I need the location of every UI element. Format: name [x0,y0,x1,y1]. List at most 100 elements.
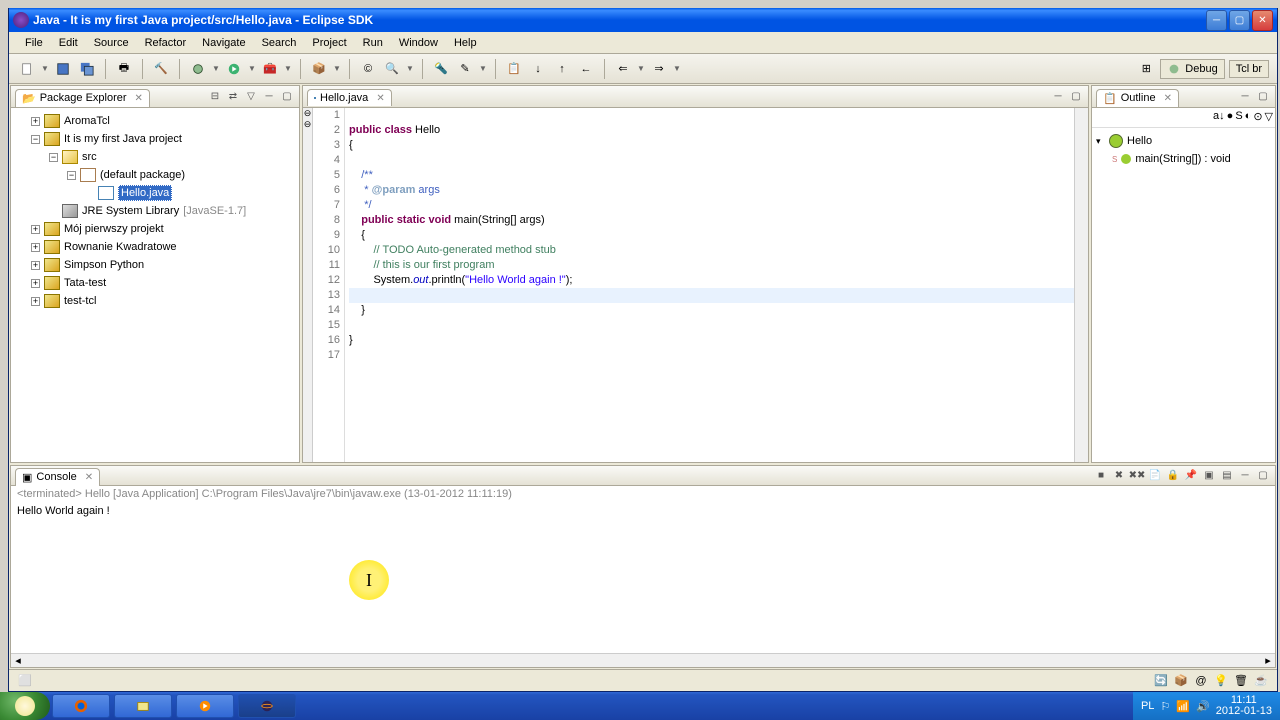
close-icon[interactable]: ✕ [376,93,384,104]
close-icon[interactable]: ✕ [135,93,143,104]
toggle-mark-button[interactable]: 📋 [504,59,524,79]
expand-icon[interactable]: + [31,261,40,270]
console-output[interactable]: Hello World again ! I [11,502,1275,653]
view-menu-button[interactable]: ▽ [1265,110,1273,125]
tree-item[interactable]: +Rownanie Kwadratowe [15,238,295,256]
menu-edit[interactable]: Edit [51,34,86,52]
code-editor[interactable]: ⊖⊖ 1234567891011121314151617 public clas… [303,108,1088,462]
new-package-button[interactable]: 📦 [309,59,329,79]
open-console-button[interactable]: ▤ [1219,468,1235,484]
debug-dropdown[interactable]: ▼ [212,64,220,73]
expand-icon[interactable]: + [31,225,40,234]
open-type-button[interactable]: 🔍 [382,59,402,79]
close-icon[interactable]: ✕ [85,472,93,483]
maximize-button[interactable]: ▢ [1229,10,1250,31]
outline-tab[interactable]: 📋 Outline ✕ [1096,89,1179,107]
remove-all-button[interactable]: ✖✖ [1129,468,1145,484]
tree-item[interactable]: −src [15,148,295,166]
menu-navigate[interactable]: Navigate [194,34,253,52]
updates-icon[interactable]: 🔄 [1153,673,1169,689]
hide-static-button[interactable]: S [1235,110,1242,125]
maximize-pane-button[interactable]: ▢ [1068,89,1084,105]
forward-button[interactable]: ⇒ [649,59,669,79]
outline-method[interactable]: S main(String[]) : void [1096,150,1271,168]
taskbar-explorer[interactable] [114,694,172,718]
at-icon[interactable]: @ [1193,673,1209,689]
outline-class[interactable]: ▾ Hello [1096,132,1271,150]
annotate-button[interactable]: ✎ [455,59,475,79]
scroll-left-button[interactable]: ◂ [11,654,25,667]
minimize-pane-button[interactable]: ─ [1237,89,1253,105]
clock[interactable]: 11:11 2012-01-13 [1216,695,1272,717]
sync-icon[interactable]: 📦 [1173,673,1189,689]
collapse-icon[interactable]: − [31,135,40,144]
tree-item[interactable]: +Tata-test [15,274,295,292]
taskbar-firefox[interactable] [52,694,110,718]
pin-console-button[interactable]: 📌 [1183,468,1199,484]
debug-button[interactable] [188,59,208,79]
menu-search[interactable]: Search [254,34,305,52]
clear-console-button[interactable]: 📄 [1147,468,1163,484]
language-indicator[interactable]: PL [1141,700,1154,712]
collapse-icon[interactable]: − [67,171,76,180]
close-icon[interactable]: ✕ [1164,93,1172,104]
perspective-tcl[interactable]: Tcl br [1229,60,1269,78]
outline-tree[interactable]: ▾ Hello S main(String[]) : void [1092,128,1275,462]
run-button[interactable] [224,59,244,79]
java-icon[interactable]: ☕ [1253,673,1269,689]
tree-item[interactable]: −It is my first Java project [15,130,295,148]
minimize-pane-button[interactable]: ─ [261,89,277,105]
ext-dropdown[interactable]: ▼ [284,64,292,73]
maximize-pane-button[interactable]: ▢ [1255,468,1271,484]
prev-annotation-button[interactable]: ↑ [552,59,572,79]
next-annotation-button[interactable]: ↓ [528,59,548,79]
new-dropdown[interactable]: ▼ [41,64,49,73]
expand-icon[interactable]: + [31,243,40,252]
new-class-button[interactable]: © [358,59,378,79]
collapse-all-button[interactable]: ⊟ [207,89,223,105]
save-button[interactable] [53,59,73,79]
open-perspective-button[interactable]: ⊞ [1136,59,1156,79]
link-editor-button[interactable]: ⇄ [225,89,241,105]
console-tab[interactable]: ▣ Console ✕ [15,468,100,486]
terminate-button[interactable]: ■ [1093,468,1109,484]
menu-project[interactable]: Project [304,34,354,52]
maximize-pane-button[interactable]: ▢ [1255,89,1271,105]
build-button[interactable]: 🔨 [151,59,171,79]
last-edit-button[interactable]: ← [576,59,596,79]
remove-launch-button[interactable]: ✖ [1111,468,1127,484]
tray-flag-icon[interactable]: ⚐ [1160,700,1170,713]
print-button[interactable]: 🖶 [114,59,134,79]
save-all-button[interactable] [77,59,97,79]
display-console-button[interactable]: ▣ [1201,468,1217,484]
collapse-icon[interactable]: − [49,153,58,162]
tree-item[interactable]: +Simpson Python [15,256,295,274]
package-explorer-tab[interactable]: 📂 Package Explorer ✕ [15,89,150,107]
taskbar-media[interactable] [176,694,234,718]
close-button[interactable]: ✕ [1252,10,1273,31]
tree-item[interactable]: +AromaTcl [15,112,295,130]
menu-file[interactable]: File [17,34,51,52]
hide-local-button[interactable]: ⊙ [1253,110,1262,125]
expand-icon[interactable]: + [31,297,40,306]
status-icon[interactable]: ⬜ [17,673,33,689]
editor-tab[interactable]: Hello.java ✕ [307,89,392,106]
perspective-debug[interactable]: Debug [1160,59,1224,79]
back-button[interactable]: ⇐ [613,59,633,79]
search-button[interactable]: 🔦 [431,59,451,79]
hide-fields-button[interactable]: ● [1227,110,1234,125]
expand-icon[interactable]: + [31,279,40,288]
menu-run[interactable]: Run [355,34,391,52]
run-dropdown[interactable]: ▼ [248,64,256,73]
tree-item[interactable]: +test-tcl [15,292,295,310]
menu-refactor[interactable]: Refactor [137,34,195,52]
overview-ruler[interactable] [1074,108,1088,462]
minimize-button[interactable]: ─ [1206,10,1227,31]
tree-item[interactable]: Hello.java [15,184,295,202]
tree-item[interactable]: −(default package) [15,166,295,184]
hide-nonpublic-button[interactable]: ◐ [1245,110,1252,125]
sort-button[interactable]: a↓ [1213,110,1225,125]
view-menu-button[interactable]: ▽ [243,89,259,105]
tray-volume-icon[interactable]: 🔊 [1196,700,1210,713]
tip-icon[interactable]: 💡 [1213,673,1229,689]
